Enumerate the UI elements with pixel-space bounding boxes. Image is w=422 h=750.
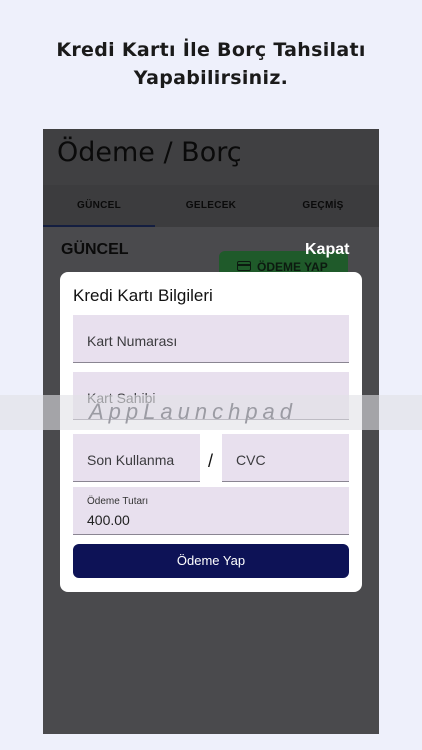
tab-guncel[interactable]: GÜNCEL xyxy=(43,185,155,227)
submit-payment-button[interactable]: Ödeme Yap xyxy=(73,544,349,578)
card-number-placeholder: Kart Numarası xyxy=(87,333,178,349)
tab-gecmis[interactable]: GEÇMİŞ xyxy=(267,185,379,227)
tab-gelecek[interactable]: GELECEK xyxy=(155,185,267,227)
watermark-banner: AppLaunchpad xyxy=(0,395,422,430)
headline-line-2: Yapabilirsiniz. xyxy=(133,67,289,89)
headline-line-1: Kredi Kartı İle Borç Tahsilatı xyxy=(56,39,366,61)
expiry-field[interactable]: Son Kullanma xyxy=(73,434,200,482)
credit-card-icon xyxy=(237,261,251,271)
watermark-text: AppLaunchpad xyxy=(89,399,298,424)
credit-card-modal: Kredi Kartı Bilgileri Kart Numarası Kart… xyxy=(60,272,362,592)
tab-selected-indicator xyxy=(43,225,155,227)
section-label: GÜNCEL xyxy=(61,241,129,258)
modal-title: Kredi Kartı Bilgileri xyxy=(73,286,213,305)
amount-value: 400.00 xyxy=(87,512,130,528)
cvc-placeholder: CVC xyxy=(236,452,266,468)
amount-label: Ödeme Tutarı xyxy=(87,496,149,507)
cvc-field[interactable]: CVC xyxy=(222,434,349,482)
tab-bar: GÜNCEL GELECEK GEÇMİŞ xyxy=(43,185,379,227)
card-number-field[interactable]: Kart Numarası xyxy=(73,315,349,363)
expiry-cvc-separator: / xyxy=(208,451,214,471)
app-header: Ödeme / Borç xyxy=(43,129,379,185)
expiry-placeholder: Son Kullanma xyxy=(87,452,175,468)
page-title: Ödeme / Borç xyxy=(57,137,242,168)
marketing-headline: Kredi Kartı İle Borç Tahsilatı Yapabilir… xyxy=(0,36,422,92)
close-button[interactable]: Kapat xyxy=(305,241,349,259)
amount-field[interactable]: Ödeme Tutarı 400.00 xyxy=(73,487,349,535)
